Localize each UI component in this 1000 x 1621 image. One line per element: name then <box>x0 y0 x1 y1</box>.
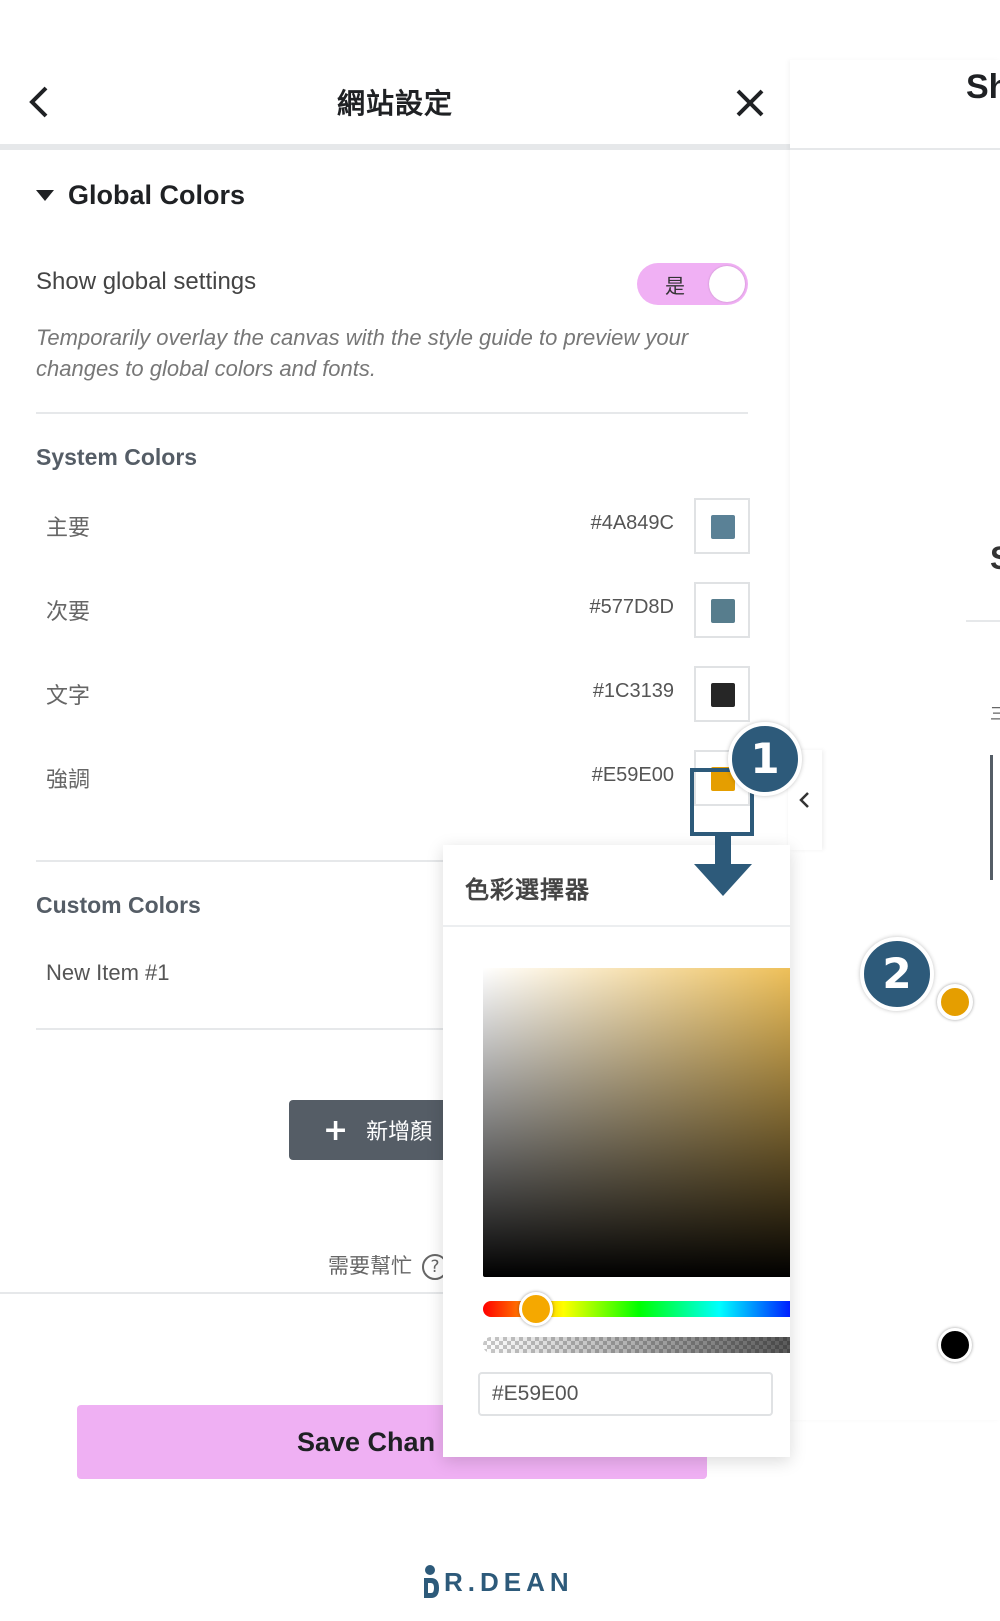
system-color-row-accent[interactable]: 強調 #E59E00 <box>36 750 750 806</box>
custom-color-item[interactable]: New Item #1 <box>46 960 170 986</box>
color-hex: #1C3139 <box>592 680 674 702</box>
add-color-label: 新增顏 <box>366 1120 433 1145</box>
background-panel: Sh S 三 <box>790 60 1000 1420</box>
dr-dean-logo: R.DEAN <box>422 1562 574 1602</box>
alpha-slider[interactable] <box>483 1337 790 1353</box>
system-color-row-secondary[interactable]: 次要 #577D8D <box>36 582 750 638</box>
system-colors-title: System Colors <box>36 444 198 470</box>
system-color-row-text[interactable]: 文字 #1C3139 <box>36 666 750 722</box>
background-panel-bar <box>990 755 993 880</box>
section-title: Global Colors <box>68 180 246 210</box>
divider <box>36 412 748 414</box>
show-global-settings-label: Show global settings <box>36 268 257 295</box>
alpha-handle[interactable] <box>938 1328 972 1362</box>
annotation-badge-2: 2 <box>860 937 934 1011</box>
close-icon <box>736 89 764 117</box>
color-swatch <box>711 515 735 539</box>
custom-colors-title: Custom Colors <box>36 892 201 918</box>
toggle-knob <box>709 266 745 302</box>
color-name: 次要 <box>46 600 91 625</box>
arrow-down-icon <box>694 836 752 896</box>
logo-text: R.DEAN <box>444 1566 574 1597</box>
color-swatch <box>711 683 735 707</box>
color-name: 強調 <box>46 768 91 793</box>
background-panel-text: 三 <box>990 706 1000 723</box>
color-swatch-button[interactable] <box>694 498 750 554</box>
saturation-value-area[interactable] <box>483 968 790 1277</box>
plus-icon: + <box>323 1112 349 1148</box>
logo-mark-icon <box>424 1565 439 1598</box>
system-color-row-primary[interactable]: 主要 #4A849C <box>36 498 750 554</box>
chevron-left-icon <box>799 792 809 808</box>
color-hex: #E59E00 <box>591 764 674 786</box>
page-title: 網站設定 <box>336 87 453 120</box>
color-picker-popup: 色彩選擇器 <box>443 845 790 1457</box>
background-panel-title: Sh <box>966 68 1000 106</box>
color-swatch-button[interactable] <box>694 666 750 722</box>
background-panel-heading: S <box>990 540 1000 577</box>
color-hex: #4A849C <box>590 512 674 534</box>
caret-down-icon <box>36 190 54 201</box>
color-name: 主要 <box>46 516 91 541</box>
hue-handle[interactable] <box>519 1292 553 1326</box>
panel-header: 網站設定 <box>0 60 790 150</box>
annotation-badge-1: 1 <box>728 722 802 796</box>
color-name: 文字 <box>46 684 91 709</box>
help-link[interactable]: 需要幫忙? <box>328 1250 448 1280</box>
color-hex: #577D8D <box>589 596 674 618</box>
global-colors-section-toggle[interactable]: Global Colors <box>36 180 245 211</box>
show-global-settings-toggle[interactable]: 是 <box>637 263 748 305</box>
hex-input[interactable] <box>478 1372 773 1416</box>
toggle-label: 是 <box>665 274 685 298</box>
background-panel-header: Sh <box>790 60 1000 150</box>
divider <box>966 620 1000 622</box>
help-label: 需要幫忙 <box>328 1254 412 1278</box>
color-picker-title: 色彩選擇器 <box>465 876 590 904</box>
global-settings-hint: Temporarily overlay the canvas with the … <box>36 325 689 381</box>
close-button[interactable] <box>733 86 767 120</box>
color-swatch-button[interactable] <box>694 582 750 638</box>
saturation-value-handle[interactable] <box>937 984 973 1020</box>
color-swatch <box>711 599 735 623</box>
